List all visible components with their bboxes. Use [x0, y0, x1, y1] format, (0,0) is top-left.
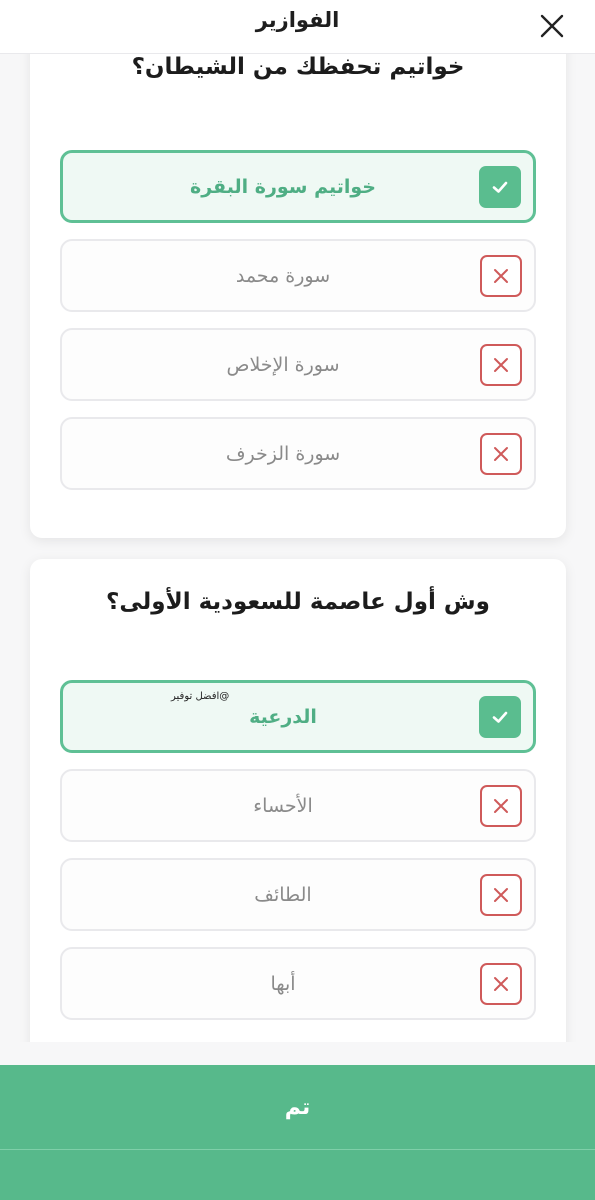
answer-option-correct[interactable]: خواتيم سورة البقرة: [60, 150, 536, 223]
answer-label: خواتيم سورة البقرة: [190, 175, 377, 198]
answer-label: سورة محمد: [235, 264, 331, 287]
quiz-list[interactable]: خواتيم تحفظك من الشيطان؟ خواتيم سورة الب…: [0, 54, 595, 1042]
quiz-screen: الفوازير خواتيم تحفظك من الشيطان؟ خواتيم…: [0, 0, 595, 1200]
check-icon: [479, 695, 521, 738]
top-bar: الفوازير: [0, 0, 595, 54]
question-card: وش أول عاصمة للسعودية الأولى؟ @افضل توفي…: [30, 559, 566, 1042]
answer-label: الأحساء: [253, 794, 313, 817]
answer-label: سورة الإخلاص: [226, 353, 340, 376]
answer-option-wrong[interactable]: سورة الزخرف: [60, 417, 536, 490]
question-text: خواتيم تحفظك من الشيطان؟: [131, 54, 465, 80]
answer-option-wrong[interactable]: الطائف: [60, 858, 536, 931]
cross-icon: [480, 254, 522, 297]
cross-icon: [480, 784, 522, 827]
answer-option-correct[interactable]: @افضل توفير الدرعية: [60, 680, 536, 753]
question-card: خواتيم تحفظك من الشيطان؟ خواتيم سورة الب…: [30, 54, 566, 538]
page-title: الفوازير: [255, 8, 340, 32]
answer-label: أبها: [270, 972, 296, 995]
cross-icon: [480, 873, 522, 916]
cross-icon: [480, 343, 522, 386]
cross-icon: [480, 962, 522, 1005]
close-icon: [540, 14, 564, 38]
answer-label: الدرعية: [249, 705, 317, 728]
bottom-bar: [0, 1149, 595, 1200]
answer-label: الطائف: [254, 883, 312, 906]
answer-option-wrong[interactable]: أبها: [60, 947, 536, 1020]
answer-option-wrong[interactable]: الأحساء: [60, 769, 536, 842]
answer-option-wrong[interactable]: سورة محمد: [60, 239, 536, 312]
question-text: وش أول عاصمة للسعودية الأولى؟: [106, 589, 490, 615]
check-icon: [479, 165, 521, 208]
close-button[interactable]: [532, 6, 572, 46]
done-button[interactable]: تم: [0, 1065, 595, 1149]
answer-label: سورة الزخرف: [225, 442, 341, 465]
cross-icon: [480, 432, 522, 475]
answer-option-wrong[interactable]: سورة الإخلاص: [60, 328, 536, 401]
